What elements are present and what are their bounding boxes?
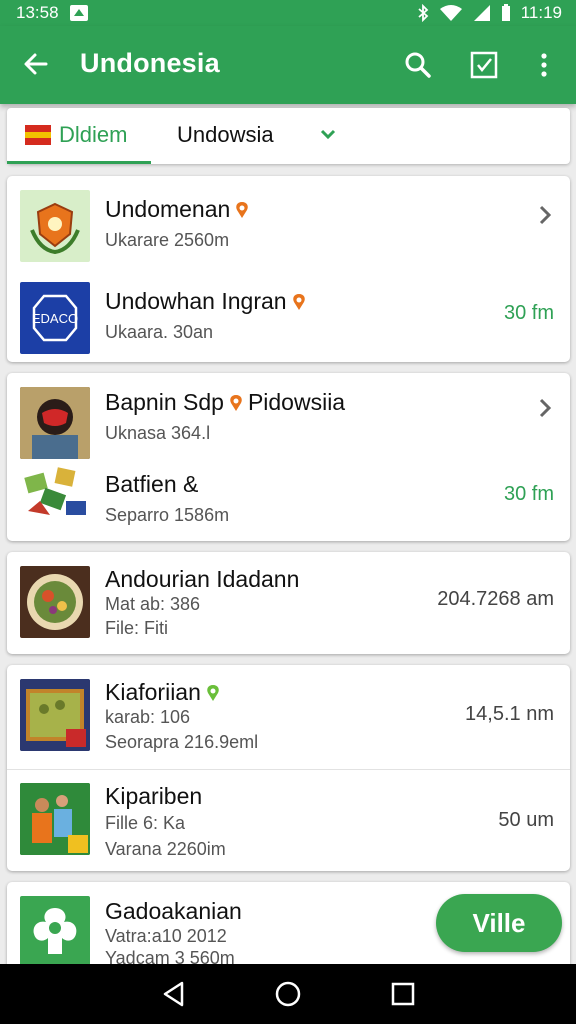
item-subtitle: Seorapra 216.9eml: [105, 732, 259, 752]
status-time-left: 13:58: [16, 3, 59, 22]
tab-undowsia[interactable]: Undowsia: [177, 122, 274, 148]
item-distance: 50 um: [498, 809, 554, 831]
food-thumbnail: [20, 566, 90, 638]
wifi-icon: [439, 5, 462, 21]
page-title: Undonesia: [80, 48, 220, 78]
item-subtitle: Ukaara. 30an: [105, 322, 214, 342]
item-name: Kiaforiian: [105, 679, 201, 705]
battery-icon: [501, 4, 510, 21]
pin-icon: [230, 394, 242, 411]
item-name: Andourian Idadann: [105, 566, 300, 592]
back-arrow-icon[interactable]: [20, 48, 52, 80]
chevron-right-icon[interactable]: [536, 204, 554, 226]
emblem-thumbnail: [20, 190, 90, 262]
pin-icon: [292, 293, 305, 310]
dish-thumbnail: [20, 679, 90, 751]
item-name: Gadoakanian: [105, 898, 242, 924]
chevron-right-icon[interactable]: [536, 397, 554, 419]
pin-icon: [207, 684, 219, 701]
item-subtitle: Fille 6: Ka: [105, 813, 186, 833]
nav-home-icon[interactable]: [274, 980, 302, 1008]
signal-icon: [473, 5, 490, 21]
item-subtitle: File: Fiti: [105, 618, 168, 638]
item-subtitle: Varana 2260im: [105, 839, 226, 859]
list-card: Andourian Idadann Mat ab: 386 File: Fiti…: [7, 552, 570, 654]
item-subtitle: Mat ab: 386: [105, 594, 201, 614]
nav-back-icon[interactable]: [160, 980, 188, 1008]
more-vert-icon: [541, 53, 547, 77]
item-name: Bapnin Sdp: [105, 389, 224, 415]
item-name: Undowhan Ingran: [105, 288, 287, 314]
select-button[interactable]: [468, 48, 500, 82]
item-distance: 14,5.1 nm: [465, 703, 554, 725]
item-distance: 30 fm: [503, 302, 554, 324]
tab-bar: Dldiem Undowsia: [7, 108, 570, 164]
ville-button[interactable]: Ville: [436, 894, 562, 952]
list-item[interactable]: Kiaforiian karab: 106 Seorapra 216.9eml …: [7, 665, 570, 769]
nav-recents-icon[interactable]: [389, 980, 417, 1008]
search-icon: [405, 52, 431, 78]
item-distance: 30 fm: [503, 483, 554, 505]
item-title: Undomenan: [105, 196, 250, 223]
logo-text: EDACO: [32, 311, 78, 326]
more-options-button[interactable]: [528, 48, 560, 82]
item-name: Undomenan: [105, 196, 231, 222]
list-item[interactable]: EDACO Undowhan Ingran Ukaara. 30an 30 fm: [7, 268, 570, 362]
app-bar: Undonesia: [0, 26, 576, 104]
status-time-right: 11:19: [520, 3, 562, 22]
checkbox-icon: [470, 51, 498, 79]
chevron-down-icon[interactable]: [319, 126, 337, 142]
search-button[interactable]: [402, 48, 434, 82]
notification-icon: [69, 5, 88, 21]
item-subtitle: Separro 1586m: [105, 505, 230, 525]
item-title: Kiaforiian: [105, 679, 221, 706]
list-item[interactable]: Kipariben Fille 6: Ka Varana 2260im 50 u…: [7, 769, 570, 871]
item-title: Undowhan Ingran: [105, 288, 307, 315]
list-item[interactable]: Bapnin Sdp Pidowsiia Uknasa 364.l: [7, 373, 570, 459]
pin-icon: [236, 201, 249, 218]
list-item[interactable]: Batfien & Separro 1586m 30 fm: [7, 457, 570, 541]
photo-thumbnail: [20, 387, 90, 459]
item-subtitle: Vatra:a10 2012: [105, 926, 227, 946]
list-card: Kiaforiian karab: 106 Seorapra 216.9eml …: [7, 665, 570, 871]
app-logo-thumbnail: [20, 896, 90, 968]
item-subtitle: Uknasa 364.l: [105, 423, 211, 443]
system-nav-bar: [0, 964, 576, 1024]
item-subtitle: Ukarare 2560m: [105, 230, 230, 250]
list-card: Undomenan Ukarare 2560m EDACO Undowhan I…: [7, 176, 570, 362]
flag-icon: [25, 125, 51, 145]
logo-thumbnail: EDACO: [20, 282, 90, 354]
item-name: Batfien &: [105, 471, 199, 497]
list-item[interactable]: Undomenan Ukarare 2560m: [7, 176, 570, 268]
bluetooth-icon: [418, 4, 429, 22]
tab-indicator: [7, 161, 151, 164]
item-subtitle: karab: 106: [105, 707, 191, 727]
item-name-suffix: Pidowsiia: [247, 389, 346, 415]
tab-dldiem[interactable]: Dldiem: [25, 122, 127, 148]
list-item[interactable]: Andourian Idadann Mat ab: 386 File: Fiti…: [7, 552, 570, 654]
people-thumbnail: [20, 783, 90, 855]
illustration-thumbnail: [20, 461, 90, 533]
status-bar: 13:58 11:19: [0, 0, 576, 26]
tab-label: Dldiem: [59, 122, 128, 147]
item-distance: 204.7268 am: [437, 588, 554, 610]
item-name: Kipariben: [105, 783, 203, 809]
item-title: Bapnin Sdp Pidowsiia: [105, 389, 345, 416]
list-card: Bapnin Sdp Pidowsiia Uknasa 364.l Batfie…: [7, 373, 570, 541]
